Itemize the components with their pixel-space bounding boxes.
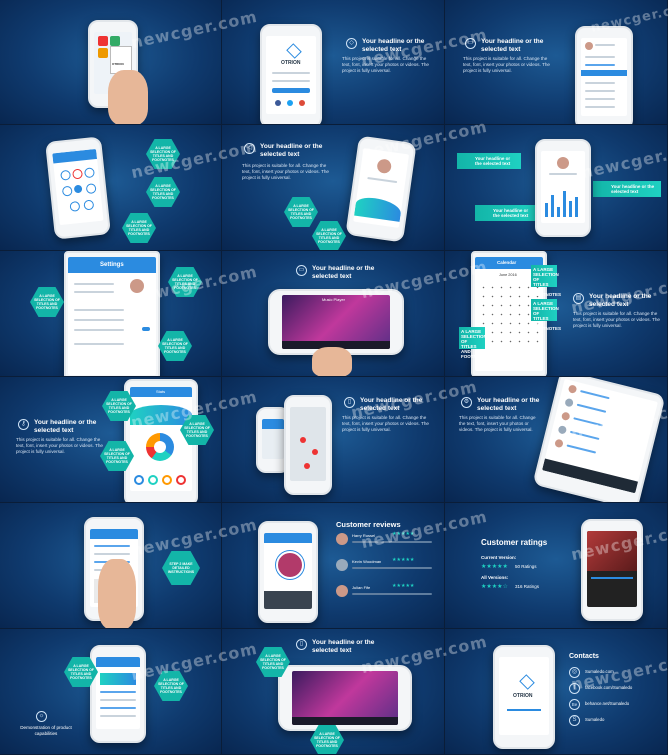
settings-title: Settings [100, 262, 124, 268]
calendar-title: Calendar [497, 260, 517, 265]
tile-stats-tags: Your headline or the selected text Your … [445, 125, 668, 251]
hex-label: A LARGE SELECTION OF TITLES AND FOOTNOTE… [284, 197, 318, 227]
music-title: Music Player [322, 297, 345, 302]
behance-icon: Be [569, 699, 580, 710]
headline: Your headline or the selected text [477, 397, 540, 412]
hex-label-tag: A LARGE SELECTION OF TITLES AND FOOTNOTE… [531, 299, 561, 331]
review-stars: ★★★★★ [392, 583, 415, 589]
headline: Your headline or the selected text [312, 639, 375, 654]
diamond-logo-icon [286, 43, 302, 59]
phone [258, 521, 318, 623]
all-count: 316 Ratings [515, 584, 540, 589]
phone [284, 395, 332, 495]
tile-demonstration: A LARGE SELECTION OF TITLES AND FOOTNOTE… [0, 629, 222, 755]
body-text: This project is suitable for all. Change… [463, 56, 550, 73]
demo-caption: Demonstration of product capabilities [20, 725, 72, 736]
tile-contact-list: ⚙ Your headline or the selected text Thi… [445, 377, 668, 503]
hex-label: A LARGE SELECTION OF TITLES AND FOOTNOTE… [122, 213, 156, 243]
contacts-title: Contacts [569, 653, 599, 660]
body-text: This project is suitable for all. Change… [16, 437, 103, 454]
hex-label: A LARGE SELECTION OF TITLES AND FOOTNOTE… [158, 331, 192, 361]
contact-item[interactable]: behance.net/Sumaledo [585, 701, 629, 706]
hand-image [108, 70, 148, 124]
hex-label: A LARGE SELECTION OF TITLES AND FOOTNOTE… [312, 221, 346, 250]
review-name: Kevin Woodman [352, 559, 382, 564]
google-icon [299, 100, 305, 106]
review-stars: ★★★★★ [392, 557, 415, 563]
all-versions-label: All Versions: [481, 575, 509, 580]
screen-icon: ▭ [296, 265, 307, 276]
headline: Your headline or the selected text [260, 143, 323, 158]
phone [535, 139, 591, 237]
phone [278, 665, 412, 731]
tile-step: STEP 2 MAKE DETAILED INSTRUCTIONS [0, 503, 222, 629]
brand-mini: OTRION [112, 62, 124, 66]
phone: Settings [64, 251, 160, 376]
body-text: This project is suitable for all. Change… [242, 163, 329, 180]
facebook-icon [275, 100, 281, 106]
phone [90, 645, 146, 743]
bulb-icon: ☼ [36, 711, 47, 722]
toggle[interactable] [142, 327, 150, 331]
phone [532, 377, 666, 502]
phone [45, 136, 111, 240]
all-stars: ★★★★☆ [481, 584, 508, 590]
hex-label-tag: A LARGE SELECTION OF TITLES AND FOOTNOTE… [459, 327, 489, 359]
tile-stats-donut: ⚷ Your headline or the selected text Thi… [0, 377, 222, 503]
stats-title: Stats [156, 389, 166, 394]
brand: OTRION [513, 693, 533, 699]
headline: Your headline or the selected text [481, 38, 544, 53]
avatar [336, 533, 348, 545]
phone: Music Player [268, 289, 404, 355]
headline-tag: Your headline or the selected text [475, 205, 539, 221]
hand-image [312, 347, 352, 376]
map-pin-icon [304, 463, 310, 469]
twitter-icon [287, 100, 293, 106]
current-version-label: Current Version: [481, 555, 517, 560]
hex-label-tag: A LARGE SELECTION OF TITLES AND FOOTNOTE… [531, 265, 561, 297]
tile-settings: Settings A LARGE SELECTION OF TITLES AND… [0, 251, 222, 377]
avatar [585, 42, 593, 50]
headline-tag: Your headline or the selected text [593, 181, 661, 197]
phone [575, 26, 633, 124]
tile-dashboard: A LARGE SELECTION OF TITLES AND FOOTNOTE… [0, 125, 222, 251]
phone-icon: ▯ [296, 639, 307, 650]
avatar [336, 559, 348, 571]
hex-label: A LARGE SELECTION OF TITLES AND FOOTNOTE… [30, 287, 64, 317]
ratings-title: Customer ratings [481, 538, 548, 547]
diamond-logo-icon [519, 674, 535, 690]
map-pin-icon [312, 449, 318, 455]
key-icon: ⚷ [18, 419, 29, 430]
headline-tag: Your headline or the selected text [457, 153, 521, 169]
contact-item[interactable]: Sumaledo [585, 717, 604, 722]
step-hex: STEP 2 MAKE DETAILED INSTRUCTIONS [162, 551, 200, 585]
hand-image [98, 559, 136, 628]
tile-intro-hand: OTRION [0, 0, 222, 125]
current-stars: ★★★★★ [481, 564, 508, 570]
brand: OTRION [281, 60, 301, 66]
avatar [336, 585, 348, 597]
phone: OTRION [260, 24, 322, 124]
phone: OTRION [493, 645, 555, 749]
skype-icon: S [569, 715, 580, 726]
map-pin-icon [300, 437, 306, 443]
calendar-month: June 2016 [499, 273, 517, 277]
preview-grid: OTRION OTRION ◇ Your headline or the sel… [0, 0, 668, 755]
avatar [376, 158, 393, 175]
headline: Your headline or the selected text [34, 419, 97, 434]
current-count: 50 Ratings [515, 564, 537, 569]
album-art [276, 551, 304, 579]
circle-icon: ◇ [346, 38, 357, 49]
body-text: This project is suitable for all. Change… [459, 415, 536, 432]
review-name: Julian Fife [352, 585, 371, 590]
hex-label: A LARGE SELECTION OF TITLES AND FOOTNOTE… [146, 177, 180, 207]
avatar [557, 157, 569, 169]
